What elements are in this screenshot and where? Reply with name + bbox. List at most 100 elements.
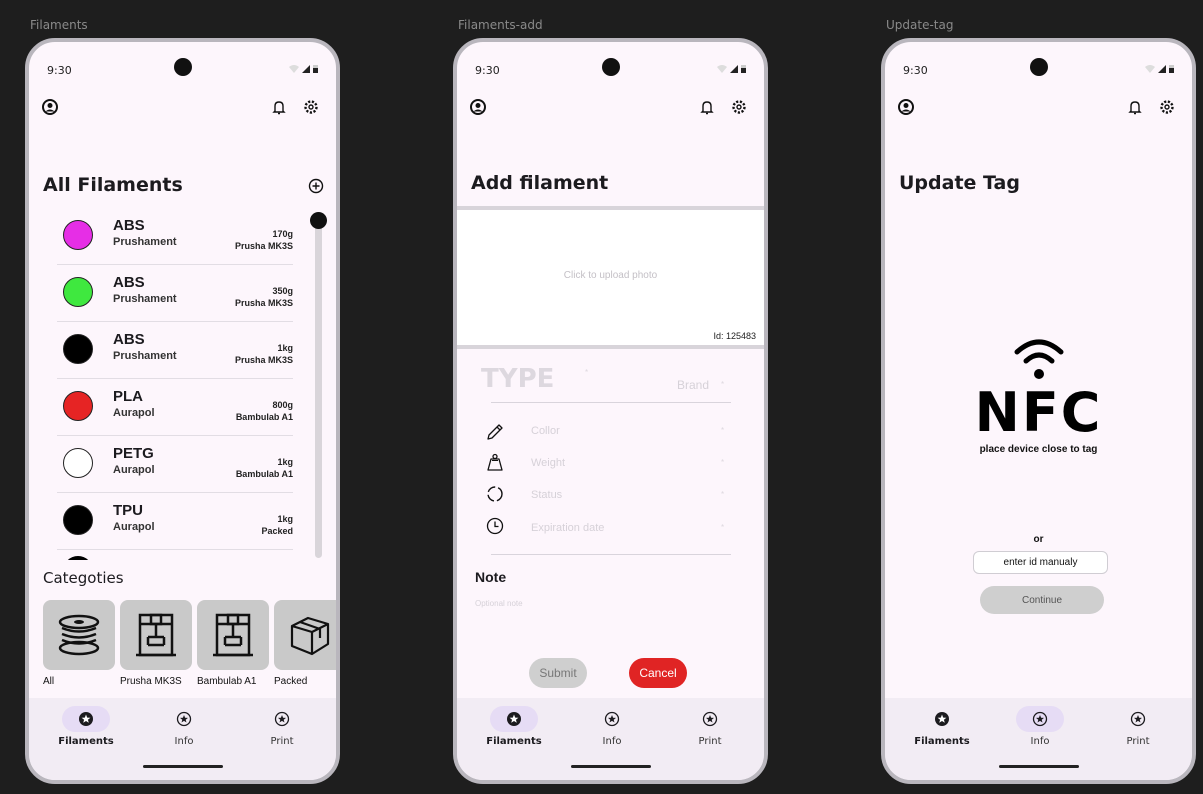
app-bar	[29, 94, 336, 122]
nav-filaments[interactable]: Filaments	[469, 706, 559, 747]
account-icon[interactable]	[41, 98, 59, 116]
star-circle-icon	[1032, 711, 1048, 727]
filament-type: PLA	[113, 388, 143, 405]
nav-info[interactable]: Info	[139, 706, 229, 747]
photo-upload-area[interactable]: Click to upload photo Id: 125483	[457, 206, 764, 349]
app-bar	[457, 94, 764, 122]
gear-icon[interactable]	[302, 98, 320, 116]
list-overflow-hint	[57, 554, 293, 560]
required-mark: *	[585, 368, 589, 377]
filament-printer: Prusha MK3S	[234, 355, 293, 365]
account-icon[interactable]	[897, 98, 915, 116]
filament-printer: Prusha MK3S	[234, 298, 293, 308]
color-swatch	[63, 505, 93, 535]
scrollbar-thumb[interactable]	[310, 212, 327, 229]
submit-button[interactable]: Submit	[529, 658, 587, 688]
filament-row[interactable]: PETG Aurapol 1kg Bambulab A1	[57, 436, 293, 493]
bell-icon[interactable]	[698, 98, 716, 116]
divider	[491, 402, 731, 403]
cancel-button[interactable]: Cancel	[629, 658, 687, 688]
color-swatch	[63, 448, 93, 478]
filament-row[interactable]: ABS Prushament 350g Prusha MK3S	[57, 265, 293, 322]
bell-icon[interactable]	[1126, 98, 1144, 116]
filament-list: ABS Prushament 170g Prusha MK3S ABS Prushamen…	[57, 208, 293, 550]
expiration-date-field[interactable]: Expiration date	[531, 522, 604, 534]
nav-info[interactable]: Info	[567, 706, 657, 747]
nav-print-label: Print	[270, 736, 294, 747]
or-separator: or	[1033, 534, 1044, 545]
status-bar: 9:30	[29, 42, 336, 82]
nav-print[interactable]: Print	[665, 706, 755, 747]
category-label-bambulab: Bambulab A1	[197, 676, 257, 687]
home-indicator[interactable]	[998, 765, 1079, 768]
wifi-icon	[1145, 64, 1155, 73]
note-input[interactable]: Optional note	[475, 599, 523, 608]
upload-hint: Click to upload photo	[563, 270, 658, 281]
spool-icon	[58, 614, 100, 656]
status-icon	[487, 486, 503, 502]
page-title: Update Tag	[899, 172, 1020, 194]
status-time: 9:30	[47, 64, 72, 77]
category-label-prusha: Prusha MK3S	[120, 676, 182, 687]
gear-icon[interactable]	[1158, 98, 1176, 116]
category-tile-packed[interactable]	[274, 600, 336, 670]
divider	[491, 554, 731, 555]
frame-label-update-tag: Update-tag	[886, 18, 954, 32]
category-label-all: All	[43, 676, 55, 687]
status-time: 9:30	[475, 64, 500, 77]
wifi-signal-icon	[1014, 339, 1063, 379]
frame-label-filaments: Filaments	[30, 18, 88, 32]
star-circle-icon	[935, 712, 949, 726]
nav-filaments[interactable]: Filaments	[897, 706, 987, 747]
color-swatch	[63, 220, 93, 250]
status-bar: 9:30	[885, 42, 1192, 82]
nav-info-label: Info	[602, 736, 622, 747]
status-time: 9:30	[903, 64, 928, 77]
required-mark: *	[721, 458, 725, 467]
battery-icon	[1169, 65, 1174, 73]
continue-button[interactable]: Continue	[980, 586, 1104, 614]
add-circle-icon[interactable]	[308, 178, 324, 194]
frame-label-filaments-add: Filaments-add	[458, 18, 543, 32]
status-field[interactable]: Status	[531, 489, 562, 501]
filament-row[interactable]: ABS Prushament 170g Prusha MK3S	[57, 208, 293, 265]
manual-id-input[interactable]	[973, 551, 1108, 574]
bottom-nav: Filaments Info Print	[29, 698, 336, 780]
wifi-icon	[717, 64, 727, 73]
filament-row[interactable]: PLA Aurapol 800g Bambulab A1	[57, 379, 293, 436]
categories-title: Categoties	[43, 569, 124, 587]
nfc-hint: place device close to tag	[979, 444, 1098, 455]
filament-row[interactable]: TPU Aurapol 1kg Packed	[57, 493, 293, 550]
star-circle-icon	[1130, 711, 1146, 727]
bell-icon[interactable]	[270, 98, 288, 116]
type-input[interactable]: TYPE	[481, 364, 554, 394]
home-indicator[interactable]	[142, 765, 223, 768]
filament-type: PETG	[113, 445, 154, 462]
nav-info-label: Info	[174, 736, 194, 747]
brand-input[interactable]: Brand	[677, 378, 709, 392]
star-circle-icon	[79, 712, 93, 726]
filament-row[interactable]: ABS Prushament 1kg Prusha MK3S	[57, 322, 293, 379]
color-field[interactable]: Collor	[531, 425, 560, 437]
scrollbar-track[interactable]	[315, 220, 322, 558]
nav-filaments[interactable]: Filaments	[41, 706, 131, 747]
nav-filaments-label: Filaments	[58, 736, 114, 747]
weight-field[interactable]: Weight	[531, 457, 565, 469]
nfc-label: NFC	[974, 381, 1103, 444]
eyedropper-icon	[487, 424, 503, 440]
star-circle-icon	[176, 711, 192, 727]
filament-printer: Bambulab A1	[235, 469, 293, 479]
bottom-nav: Filaments Info Print	[457, 698, 764, 780]
nfc-area: NFC place device close to tag	[885, 328, 1192, 455]
nav-print[interactable]: Print	[1093, 706, 1183, 747]
filament-brand: Prushament	[113, 350, 177, 362]
nav-info[interactable]: Info	[995, 706, 1085, 747]
nav-print[interactable]: Print	[237, 706, 327, 747]
category-tile-prusha[interactable]	[120, 600, 192, 670]
category-tile-bambulab[interactable]	[197, 600, 269, 670]
home-indicator[interactable]	[570, 765, 651, 768]
required-mark: *	[721, 380, 725, 389]
account-icon[interactable]	[469, 98, 487, 116]
gear-icon[interactable]	[730, 98, 748, 116]
category-tile-all[interactable]	[43, 600, 115, 670]
